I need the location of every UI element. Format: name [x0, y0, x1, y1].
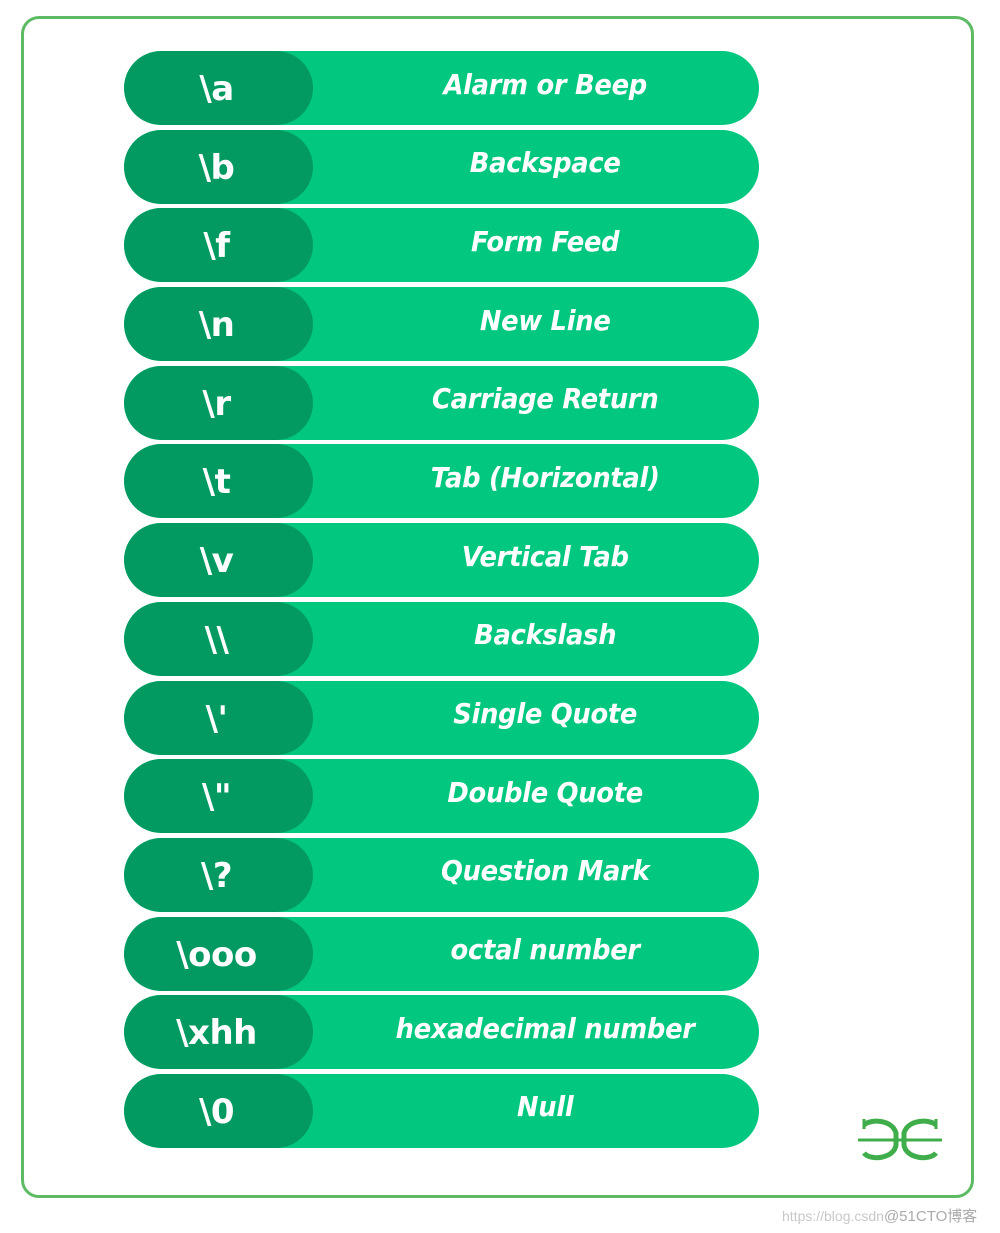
escape-code: \v [124, 523, 313, 598]
escape-description: Carriage Return [331, 366, 741, 440]
escape-description-text: Question Mark [440, 854, 650, 888]
watermark-url: https://blog.csdn [782, 1208, 884, 1224]
escape-row: \' Single Quote [124, 680, 759, 755]
escape-description-text: octal number [450, 933, 641, 967]
escape-code: \' [124, 680, 313, 755]
escape-description-text: Alarm or Beep [443, 67, 647, 101]
geeksforgeeks-logo-icon [858, 1118, 942, 1161]
escape-description-text: hexadecimal number [395, 1011, 695, 1045]
escape-description-text: Double Quote [447, 775, 643, 809]
escape-description: Single Quote [331, 681, 741, 755]
watermark-brand: @51CTO博客 [883, 1208, 978, 1225]
escape-row: \0 Null [124, 1073, 759, 1148]
escape-code-text: \a [199, 69, 234, 109]
escape-description: New Line [331, 287, 741, 361]
escape-sequence-list: \a Alarm or Beep \b Backspace \f Form Fe… [124, 51, 759, 1153]
escape-row: \b Backspace [124, 129, 759, 204]
escape-description: Double Quote [331, 759, 741, 833]
escape-code-text: \f [203, 226, 230, 267]
escape-row: \f Form Feed [124, 208, 759, 283]
escape-code-text: \b [198, 147, 235, 188]
escape-code: \? [124, 837, 313, 912]
escape-description: Backslash [331, 602, 741, 676]
escape-description: hexadecimal number [331, 995, 741, 1069]
escape-code-text: \t [202, 462, 231, 503]
escape-row: \r Carriage Return [124, 365, 759, 440]
escape-row: \t Tab (Horizontal) [124, 444, 759, 519]
escape-code: \f [124, 208, 313, 283]
escape-code: \ooo [124, 916, 313, 991]
escape-description-text: Vertical Tab [461, 539, 629, 573]
escape-code: \t [124, 444, 313, 519]
escape-code-text: \? [200, 855, 233, 896]
escape-description-text: Tab (Horizontal) [430, 460, 660, 494]
escape-code-text: \v [199, 541, 234, 582]
escape-code-text: \ooo [176, 934, 257, 975]
escape-description-text: New Line [479, 303, 611, 337]
escape-row: \xhh hexadecimal number [124, 995, 759, 1070]
escape-description-text: Form Feed [471, 224, 620, 258]
escape-code-text: \xhh [176, 1013, 257, 1054]
escape-description: Alarm or Beep [331, 51, 741, 125]
escape-row: \" Double Quote [124, 759, 759, 834]
escape-row: \? Question Mark [124, 837, 759, 912]
escape-row: \\ Backslash [124, 601, 759, 676]
watermark: https://blog.csdn@51CTO博客 [782, 1205, 977, 1226]
escape-code: \0 [124, 1073, 313, 1148]
escape-code: \\ [124, 601, 313, 676]
escape-code-text: \' [205, 698, 228, 739]
escape-description: Null [331, 1074, 741, 1148]
escape-description-text: Backslash [474, 618, 617, 652]
escape-code-text: \r [202, 383, 231, 424]
escape-description: Form Feed [331, 208, 741, 282]
escape-description: octal number [331, 917, 741, 991]
escape-code-text: \0 [198, 1091, 235, 1132]
escape-code-text: \\ [204, 619, 229, 660]
escape-description: Backspace [331, 130, 741, 204]
escape-code: \n [124, 287, 313, 362]
escape-row: \v Vertical Tab [124, 523, 759, 598]
escape-code: \xhh [124, 995, 313, 1070]
escape-description: Question Mark [331, 838, 741, 912]
escape-row: \n New Line [124, 287, 759, 362]
escape-code: \b [124, 129, 313, 204]
escape-description-text: Carriage Return [432, 382, 659, 416]
escape-row: \a Alarm or Beep [124, 51, 759, 125]
escape-row: \ooo octal number [124, 916, 759, 991]
escape-code-text: \" [201, 777, 232, 818]
escape-description-text: Single Quote [453, 697, 638, 730]
escape-code: \" [124, 759, 313, 834]
escape-code-text: \n [198, 305, 235, 346]
escape-description-text: Null [516, 1090, 574, 1124]
escape-description: Tab (Horizontal) [331, 444, 741, 518]
escape-description: Vertical Tab [331, 523, 741, 597]
escape-code: \a [124, 51, 313, 125]
escape-description-text: Backspace [469, 146, 621, 180]
escape-code: \r [124, 365, 313, 440]
